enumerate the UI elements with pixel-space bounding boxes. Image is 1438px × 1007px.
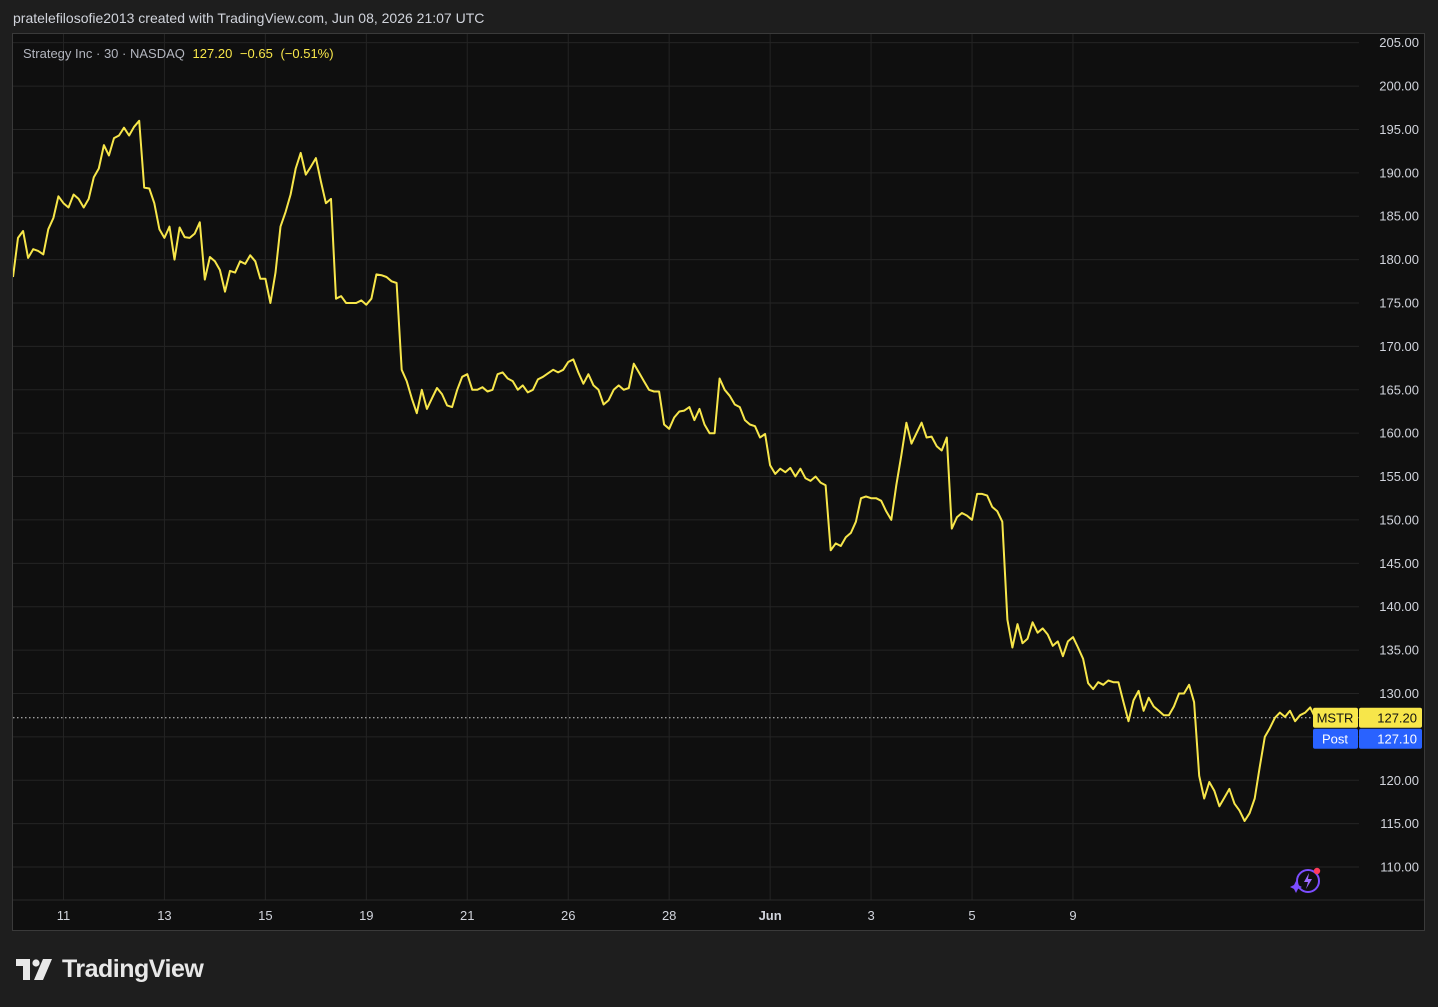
legend-separator: · <box>122 46 130 61</box>
x-axis-tick-label: 19 <box>359 908 373 923</box>
y-axis-tick-label: 160.00 <box>1379 426 1419 441</box>
x-axis-tick-label: 13 <box>157 908 171 923</box>
price-tag-name: Post <box>1322 731 1348 746</box>
tradingview-logo[interactable]: TradingView <box>16 955 204 984</box>
x-axis-tick-label: 26 <box>561 908 575 923</box>
y-axis-tick-label: 180.00 <box>1379 252 1419 267</box>
tradingview-logo-icon <box>16 958 52 980</box>
legend-change: −0.65 <box>239 46 273 61</box>
x-axis-tick-label: 15 <box>258 908 272 923</box>
legend-last-price: 127.20 <box>192 46 233 61</box>
y-axis-tick-label: 155.00 <box>1379 469 1419 484</box>
x-axis-tick-label: 3 <box>867 908 874 923</box>
y-axis-tick-label: 140.00 <box>1379 599 1419 614</box>
y-axis-tick-label: 190.00 <box>1379 165 1419 180</box>
price-tag-value: 127.10 <box>1377 731 1417 746</box>
y-axis-tick-label: 110.00 <box>1380 860 1419 875</box>
x-axis-tick-label: 28 <box>662 908 676 923</box>
x-axis-tick-label: 5 <box>968 908 975 923</box>
x-axis-tick-label: 9 <box>1069 908 1076 923</box>
y-axis-tick-label: 135.00 <box>1379 643 1419 658</box>
legend-interval: 30 <box>103 46 119 61</box>
x-axis-tick-label: Jun <box>759 908 782 923</box>
y-axis-tick-label: 145.00 <box>1379 556 1419 571</box>
price-tag-value: 127.20 <box>1377 710 1417 725</box>
legend-symbol-name: Strategy Inc <box>23 46 93 61</box>
legend-separator: · <box>96 46 104 61</box>
symbol-legend: Strategy Inc · 30 · NASDAQ 127.20 −0.65 … <box>23 46 334 61</box>
y-axis-tick-label: 195.00 <box>1379 122 1419 137</box>
y-axis-tick-label: 175.00 <box>1379 295 1419 310</box>
chart-attribution: pratelefilosofie2013 created with Tradin… <box>13 10 485 26</box>
price-tag-name: MSTR <box>1317 710 1354 725</box>
y-axis-tick-label: 150.00 <box>1379 512 1419 527</box>
y-axis-tick-label: 165.00 <box>1379 382 1419 397</box>
legend-change-percent: (−0.51%) <box>280 46 334 61</box>
y-axis-tick-label: 205.00 <box>1379 35 1419 50</box>
y-axis-tick-label: 170.00 <box>1379 339 1419 354</box>
y-axis-tick-label: 115.00 <box>1380 816 1419 831</box>
legend-exchange: NASDAQ <box>130 46 185 61</box>
chart-panel[interactable]: 205.00 200.00 195.00 190.00 185.00 180.00 175.… <box>12 33 1425 931</box>
y-axis-tick-label: 185.00 <box>1379 209 1419 224</box>
y-axis-tick-label: 200.00 <box>1379 79 1419 94</box>
x-axis-tick-label: 21 <box>460 908 474 923</box>
y-axis-tick-label: 120.00 <box>1379 773 1419 788</box>
price-chart[interactable]: 205.00 200.00 195.00 190.00 185.00 180.00 175.… <box>13 34 1425 931</box>
x-axis-tick-label: 11 <box>57 908 71 923</box>
sparkle-assistant-icon[interactable] <box>1290 867 1324 902</box>
y-axis-tick-label: 130.00 <box>1379 686 1419 701</box>
tradingview-logo-text: TradingView <box>62 955 204 983</box>
